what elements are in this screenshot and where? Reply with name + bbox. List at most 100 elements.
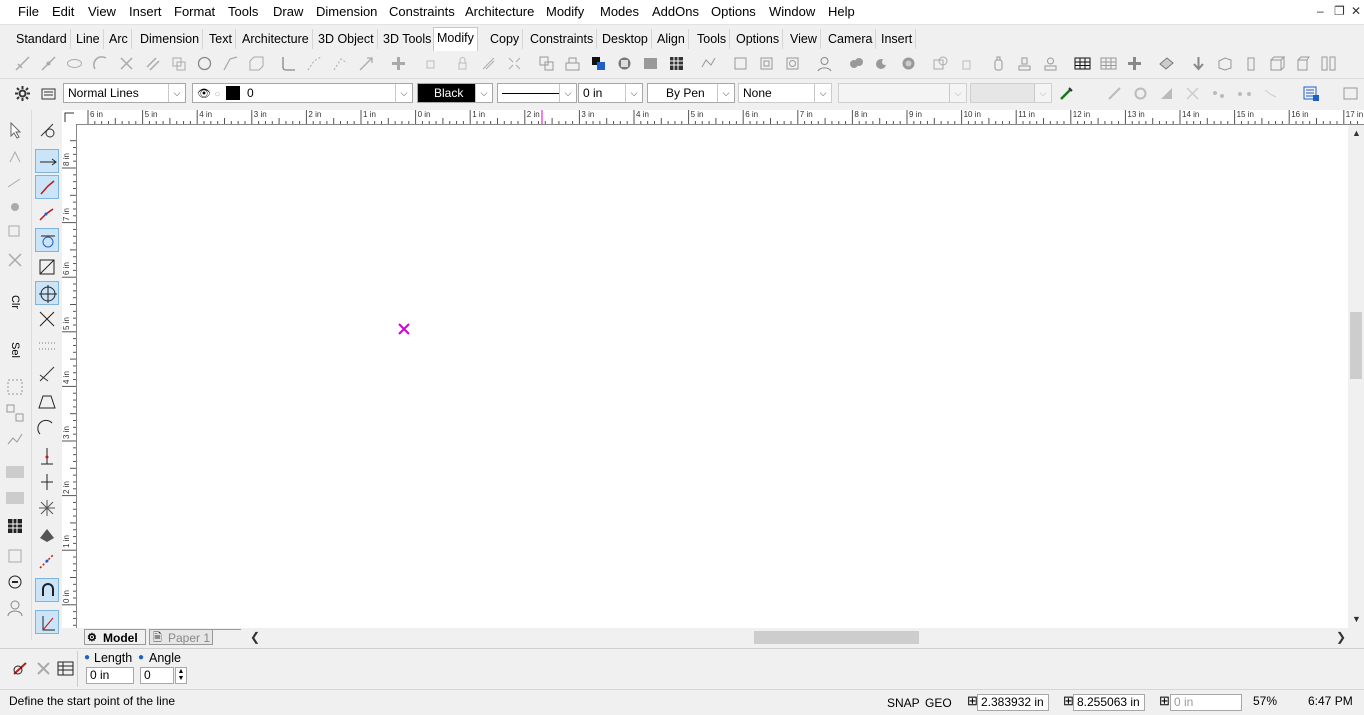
chevron-down-icon[interactable]: ⌵ bbox=[475, 84, 492, 102]
line-type-select[interactable]: ⌵ bbox=[497, 83, 577, 103]
hand-pan-icon[interactable] bbox=[3, 570, 27, 594]
node-edit-icon[interactable] bbox=[700, 55, 717, 72]
edit-reshape-icon[interactable] bbox=[3, 145, 27, 169]
cube-icon[interactable] bbox=[1268, 55, 1286, 72]
horizontal-line-icon[interactable] bbox=[35, 470, 59, 494]
anchor-icon[interactable] bbox=[422, 55, 439, 72]
lock-layer-icon[interactable]: ○ bbox=[214, 89, 220, 100]
pattern-select-icon[interactable] bbox=[3, 514, 27, 538]
edit-6-icon[interactable] bbox=[1236, 85, 1253, 102]
menu-edit[interactable]: Edit bbox=[52, 4, 74, 19]
tab-standard[interactable]: Standard bbox=[13, 29, 71, 49]
extrude-icon[interactable] bbox=[1242, 55, 1259, 72]
geo-toggle[interactable]: GEO bbox=[925, 696, 952, 710]
tab-tools[interactable]: Tools bbox=[694, 29, 731, 49]
single-line-icon[interactable] bbox=[35, 149, 59, 173]
y-coordinate-field[interactable]: 8.255063 in bbox=[1073, 694, 1145, 711]
snap-corner-icon[interactable] bbox=[35, 610, 59, 634]
join-icon[interactable] bbox=[306, 55, 323, 72]
chevron-down-icon[interactable]: ⌵ bbox=[814, 84, 831, 102]
offset-icon[interactable] bbox=[332, 55, 349, 72]
tab-paper[interactable]: 🗎 Paper 1 bbox=[149, 629, 213, 645]
tab-3d-object[interactable]: 3D Object bbox=[315, 29, 378, 49]
chevron-down-icon[interactable]: ⌵ bbox=[625, 84, 642, 102]
corner-icon[interactable] bbox=[280, 55, 297, 72]
layer-select[interactable]: 👁 ○ 0 ⌵ bbox=[192, 83, 413, 103]
chevron-down-icon[interactable]: ⌵ bbox=[949, 84, 966, 102]
cross-add-icon[interactable] bbox=[390, 55, 407, 72]
edit-5-icon[interactable] bbox=[1210, 85, 1227, 102]
vertical-line-icon[interactable] bbox=[35, 444, 59, 468]
color-select[interactable]: Black ⌵ bbox=[417, 83, 493, 103]
send-to-back-icon[interactable] bbox=[616, 55, 633, 72]
boolean-add-icon[interactable] bbox=[848, 55, 865, 72]
plus-icon[interactable] bbox=[1126, 55, 1143, 72]
edit-1-icon[interactable] bbox=[1106, 85, 1123, 102]
scroll-right-icon[interactable]: ❯ bbox=[1336, 630, 1346, 644]
circle-icon[interactable] bbox=[196, 55, 213, 72]
bottle-icon[interactable] bbox=[990, 55, 1007, 72]
tab-constraints[interactable]: Constraints bbox=[527, 29, 598, 49]
combine-icon[interactable] bbox=[932, 55, 949, 72]
extend-icon[interactable] bbox=[144, 55, 161, 72]
z-coordinate-field[interactable]: 0 in bbox=[1170, 694, 1242, 711]
horizontal-scroll-thumb[interactable] bbox=[754, 631, 919, 644]
center-line-icon[interactable] bbox=[35, 281, 59, 305]
vertical-scroll-thumb[interactable] bbox=[1350, 312, 1362, 379]
user-icon[interactable] bbox=[816, 55, 833, 72]
transform-2-icon[interactable] bbox=[758, 55, 775, 72]
select-arrow-icon[interactable] bbox=[3, 118, 27, 142]
transform-3-icon[interactable] bbox=[784, 55, 801, 72]
clear-label[interactable]: Clr bbox=[3, 290, 27, 314]
pen-select[interactable]: By Pen ⌵ bbox=[647, 83, 735, 103]
chevron-down-icon[interactable]: ⌵ bbox=[559, 84, 576, 102]
tab-modify[interactable]: Modify bbox=[433, 27, 478, 51]
tab-text[interactable]: Text bbox=[206, 29, 236, 49]
boolean-subtract-icon[interactable] bbox=[874, 55, 891, 72]
chamfer-icon[interactable] bbox=[248, 55, 265, 72]
horizontal-scrollbar[interactable]: ❮ ❯ bbox=[246, 629, 1348, 646]
delete-tool-icon[interactable] bbox=[3, 248, 27, 272]
stretch-icon[interactable] bbox=[170, 55, 187, 72]
restore-icon[interactable]: ❐ bbox=[1334, 4, 1345, 18]
fill-tool-icon[interactable] bbox=[35, 523, 59, 547]
tab-options[interactable]: Options bbox=[733, 29, 784, 49]
style-icon[interactable] bbox=[40, 85, 57, 102]
menu-view[interactable]: View bbox=[88, 4, 116, 19]
group-icon[interactable] bbox=[538, 55, 555, 72]
select-similar-icon[interactable] bbox=[3, 427, 27, 451]
menu-format[interactable]: Format bbox=[174, 4, 215, 19]
edit-3-icon[interactable] bbox=[1158, 85, 1175, 102]
divide-icon[interactable] bbox=[40, 55, 57, 72]
x-coordinate-field[interactable]: 2.383932 in bbox=[977, 694, 1049, 711]
user-select-icon[interactable] bbox=[3, 596, 27, 620]
drawing-canvas[interactable] bbox=[77, 125, 1348, 628]
inspector-tool-icon[interactable] bbox=[12, 660, 29, 677]
tab-architecture[interactable]: Architecture bbox=[239, 29, 313, 49]
crop-icon[interactable] bbox=[3, 544, 27, 568]
menu-architecture[interactable]: Architecture bbox=[465, 4, 534, 19]
zoom-level[interactable]: 57% bbox=[1253, 694, 1277, 708]
tangent-line-icon[interactable] bbox=[35, 228, 59, 252]
columns-icon[interactable] bbox=[1320, 55, 1337, 72]
inspector-table-icon[interactable] bbox=[57, 660, 74, 677]
perpendicular-line-icon[interactable] bbox=[35, 255, 59, 279]
length-lock-icon[interactable]: ● bbox=[84, 652, 90, 663]
dashed-diagonal-icon[interactable] bbox=[35, 549, 59, 573]
edit-7-icon[interactable] bbox=[1262, 85, 1279, 102]
tab-3d-tools[interactable]: 3D Tools bbox=[380, 29, 436, 49]
trapezoid-icon[interactable] bbox=[35, 390, 59, 414]
scroll-up-icon[interactable]: ▲ bbox=[1352, 128, 1361, 138]
delete-segment-icon[interactable] bbox=[14, 55, 31, 72]
pattern-icon[interactable] bbox=[668, 55, 685, 72]
hatch-icon[interactable] bbox=[642, 55, 659, 72]
fill-select[interactable]: None ⌵ bbox=[738, 83, 832, 103]
tab-line[interactable]: Line bbox=[73, 29, 104, 49]
lock-icon[interactable] bbox=[454, 55, 471, 72]
chevron-down-icon[interactable]: ⌵ bbox=[1034, 84, 1051, 102]
tab-arc[interactable]: Arc bbox=[106, 29, 132, 49]
arc-line-icon[interactable] bbox=[35, 417, 59, 441]
weld-icon[interactable] bbox=[958, 55, 975, 72]
scroll-left-icon[interactable]: ❮ bbox=[250, 630, 260, 644]
line-weight-select[interactable]: 0 in ⌵ bbox=[578, 83, 643, 103]
